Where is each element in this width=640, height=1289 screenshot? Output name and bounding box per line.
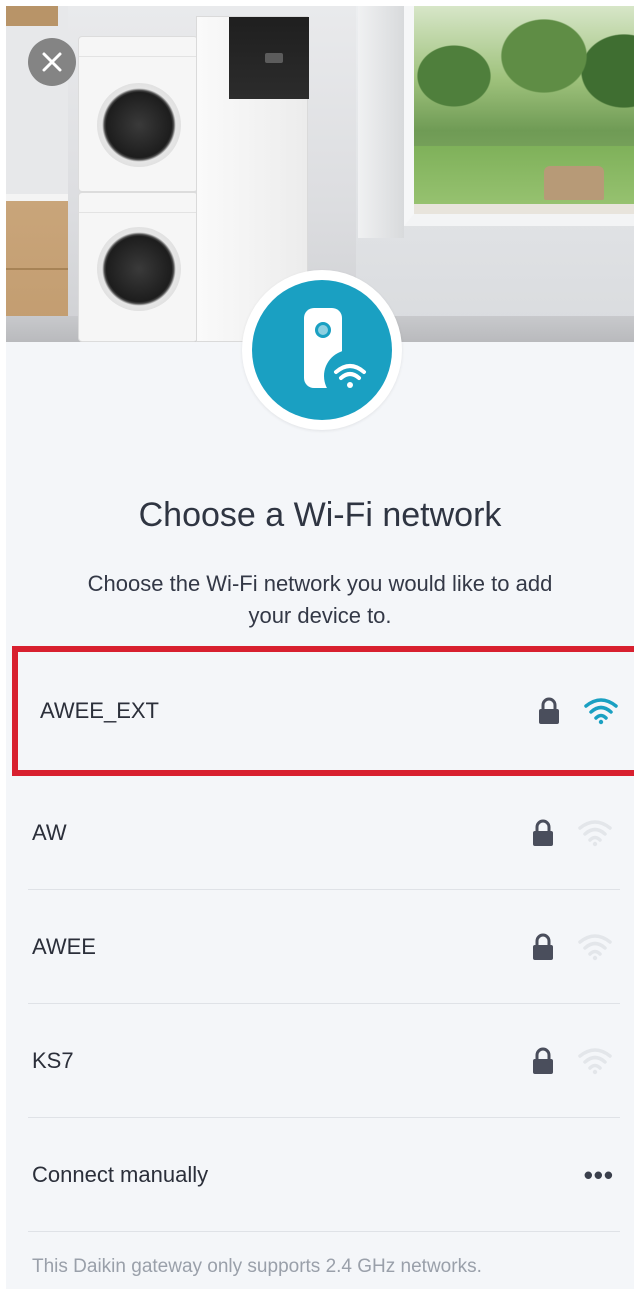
wifi-weak-icon	[578, 1048, 612, 1075]
wifi-weak-icon	[578, 820, 612, 847]
row-divider	[28, 1231, 620, 1232]
connect-manually-label: Connect manually	[32, 1162, 209, 1187]
more-icon: •••	[583, 1159, 614, 1190]
device-badge-circle	[252, 280, 392, 420]
garden-window	[404, 6, 634, 226]
network-item-ks7[interactable]: KS7	[6, 1004, 634, 1118]
network-item-awee[interactable]: AWEE	[6, 890, 634, 1004]
connect-manually-item[interactable]: Connect manually •••	[6, 1118, 634, 1232]
network-name: AWEE_EXT	[40, 698, 159, 723]
page-subtitle: Choose the Wi-Fi network you would like …	[87, 571, 553, 628]
network-item-aw[interactable]: AW	[6, 776, 634, 890]
network-name: AWEE	[32, 934, 96, 959]
lock-icon	[539, 697, 559, 724]
network-item-awee-ext[interactable]: AWEE_EXT	[12, 646, 634, 776]
network-name: AW	[32, 820, 67, 845]
lock-icon	[533, 933, 553, 960]
dryer	[78, 192, 198, 342]
lock-icon	[533, 1047, 553, 1074]
device-badge	[242, 270, 402, 430]
washing-machine	[78, 36, 198, 192]
screen: Choose a Wi-Fi network Choose the Wi-Fi …	[0, 0, 640, 1289]
wifi-strong-icon	[584, 698, 618, 725]
footnote: This Daikin gateway only supports 2.4 GH…	[32, 1256, 482, 1277]
close-button[interactable]	[28, 38, 76, 86]
gateway-wifi-icon	[304, 308, 376, 402]
network-name: KS7	[32, 1048, 74, 1073]
page-title: Choose a Wi-Fi network	[138, 496, 502, 534]
wifi-weak-icon	[578, 934, 612, 961]
close-icon	[42, 52, 62, 72]
network-list: AWEE_EXT AW AWEE KS7 Connect manually ••…	[6, 646, 634, 1232]
lock-icon	[533, 819, 553, 846]
